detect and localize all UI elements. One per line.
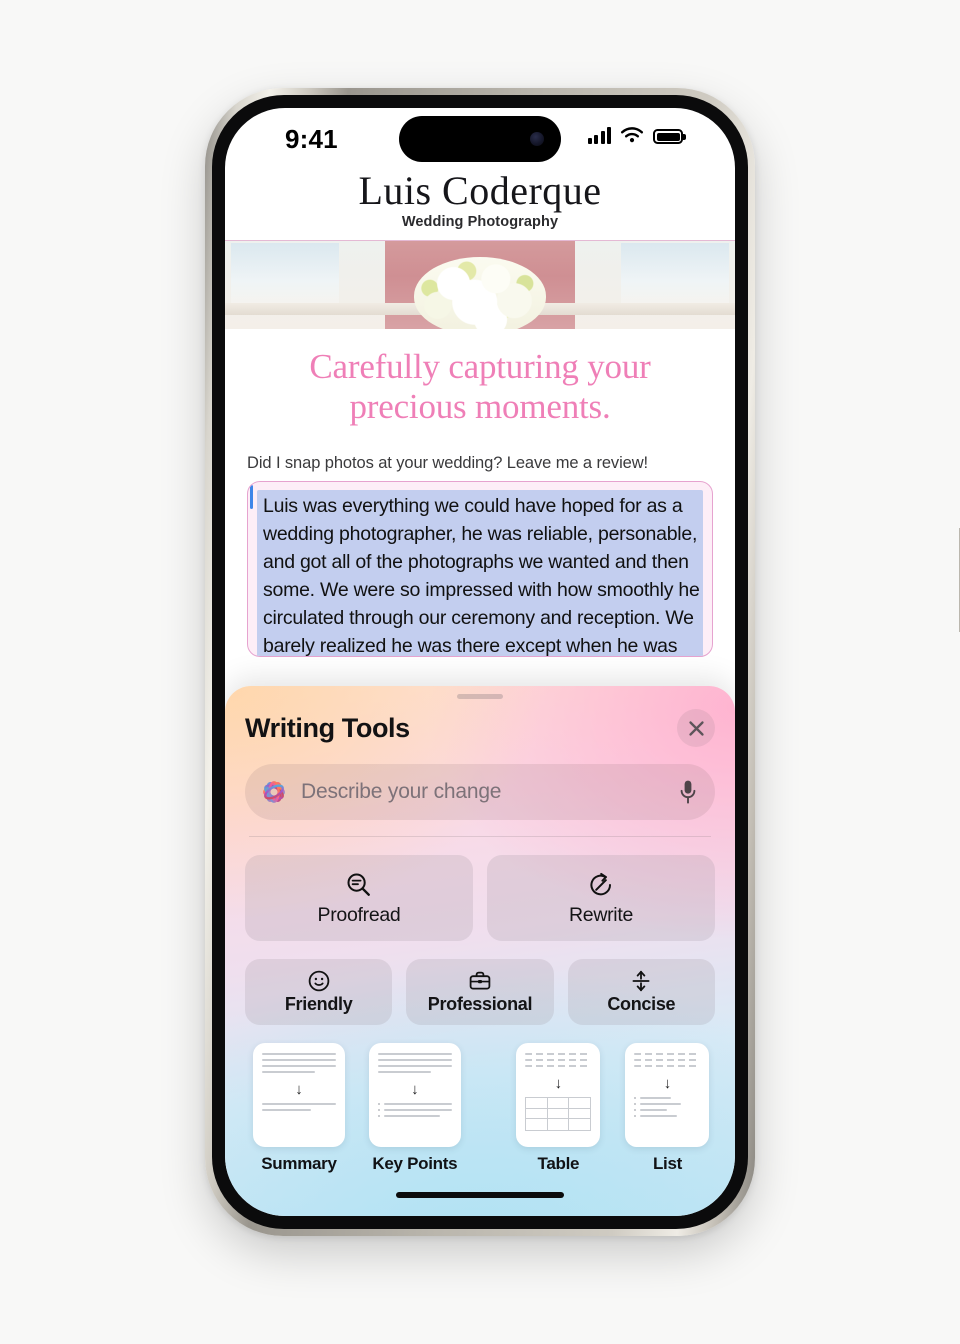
- list-button[interactable]: ↓ List: [620, 1043, 715, 1174]
- writing-tools-header: Writing Tools: [245, 709, 715, 747]
- rewrite-button[interactable]: Rewrite: [487, 855, 715, 941]
- hero-wedding-photo: [225, 241, 735, 329]
- site-header: Luis Coderque Wedding Photography: [225, 164, 735, 241]
- headline-line-1: Carefully capturing your: [309, 347, 651, 386]
- home-indicator[interactable]: [396, 1192, 564, 1198]
- proofread-label: Proofread: [317, 903, 401, 926]
- briefcase-icon: [469, 971, 491, 990]
- text-caret: [250, 485, 253, 510]
- sheet-divider: [249, 836, 711, 837]
- document-table-icon: ↓: [516, 1043, 601, 1147]
- friendly-button[interactable]: Friendly: [245, 959, 393, 1025]
- headline-line-2: precious moments.: [349, 386, 611, 426]
- sheet-drag-handle[interactable]: [457, 694, 503, 699]
- close-icon: [688, 720, 704, 736]
- screenshot-stage: 9:41 Luis Coderque Wedding Photography C…: [0, 0, 960, 1344]
- professional-label: Professional: [427, 994, 533, 1014]
- table-label: Table: [537, 1154, 580, 1173]
- phone-screen: 9:41 Luis Coderque Wedding Photography C…: [225, 108, 735, 1216]
- document-summary-icon: ↓: [252, 1043, 345, 1147]
- iphone-device-frame: 9:41 Luis Coderque Wedding Photography C…: [205, 88, 960, 1236]
- proofread-magnifier-icon: [347, 873, 370, 896]
- summary-button[interactable]: ↓ Summary: [245, 1043, 353, 1174]
- compress-arrows-icon: [632, 970, 650, 992]
- microphone-icon[interactable]: [679, 779, 697, 805]
- describe-change-placeholder[interactable]: Describe your change: [301, 780, 667, 804]
- document-key-points-icon: ↓: [368, 1043, 461, 1147]
- proofread-button[interactable]: Proofread: [245, 855, 473, 941]
- tone-actions-row: Friendly Professional Concise: [245, 959, 715, 1025]
- wifi-icon: [621, 127, 643, 143]
- status-bar-indicators: [587, 127, 683, 144]
- smiley-face-icon: [308, 970, 329, 992]
- primary-actions-row: Proofread Rewrite: [245, 855, 715, 941]
- site-title: Luis Coderque: [358, 168, 602, 213]
- rewrite-label: Rewrite: [569, 903, 633, 926]
- document-list-icon: ↓: [625, 1043, 710, 1147]
- device-bezel: 9:41 Luis Coderque Wedding Photography C…: [212, 95, 748, 1229]
- professional-button[interactable]: Professional: [406, 959, 554, 1025]
- review-textarea[interactable]: Luis was everything we could have hoped …: [247, 481, 713, 658]
- page-content: Carefully capturing your precious moment…: [225, 347, 735, 658]
- dynamic-island[interactable]: [399, 116, 561, 162]
- site-subtitle: Wedding Photography: [401, 214, 559, 230]
- signal-bars-icon: [587, 127, 611, 144]
- key-points-label: Key Points: [372, 1154, 458, 1173]
- front-camera-icon: [530, 132, 544, 146]
- bouquet: [414, 257, 546, 329]
- concise-label: Concise: [607, 994, 676, 1014]
- status-bar: 9:41: [225, 108, 735, 164]
- review-selected-text[interactable]: Luis was everything we could have hoped …: [257, 490, 703, 657]
- list-label: List: [652, 1154, 682, 1173]
- friendly-label: Friendly: [284, 994, 353, 1014]
- format-actions-row: ↓ Summary ↓ Key Points ↓ Table ↓ List: [245, 1043, 715, 1174]
- table-button[interactable]: ↓ Table: [511, 1043, 606, 1174]
- page-headline: Carefully capturing your precious moment…: [247, 347, 713, 426]
- describe-change-input[interactable]: Describe your change: [245, 764, 715, 820]
- summary-label: Summary: [261, 1154, 337, 1173]
- review-prompt: Did I snap photos at your wedding? Leave…: [247, 454, 649, 473]
- writing-tools-sheet: Writing Tools Describe your change Proof…: [225, 686, 735, 1216]
- apple-intelligence-icon: [263, 781, 285, 803]
- close-button[interactable]: [677, 709, 715, 747]
- writing-tools-title: Writing Tools: [245, 712, 410, 743]
- rewrite-circle-arrow-icon: [590, 872, 611, 895]
- battery-full-icon: [653, 129, 683, 144]
- key-points-button[interactable]: ↓ Key Points: [361, 1043, 469, 1174]
- concise-button[interactable]: Concise: [567, 959, 715, 1025]
- status-bar-time: 9:41: [285, 124, 338, 154]
